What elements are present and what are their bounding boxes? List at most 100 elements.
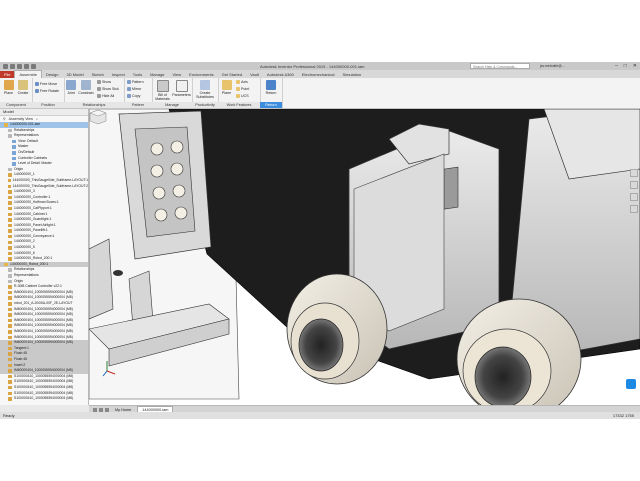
tab-3d-model[interactable]: 3D Model — [62, 71, 87, 78]
part-icon — [8, 235, 12, 239]
undo-icon[interactable] — [24, 64, 29, 69]
part-icon — [8, 308, 12, 312]
status-counts: 17332 1755 — [613, 412, 634, 419]
part-icon — [8, 380, 12, 384]
tab-sketch[interactable]: Sketch — [88, 71, 108, 78]
tab-autodesk-a360[interactable]: Autodesk A360 — [263, 71, 298, 78]
create-button[interactable]: Create — [16, 80, 30, 95]
part-icon — [8, 375, 12, 379]
joint-button[interactable]: Joint — [65, 80, 77, 95]
open-icon[interactable] — [10, 64, 15, 69]
rectangular-connector-small[interactable] — [119, 111, 211, 259]
tab-inspect[interactable]: Inspect — [108, 71, 129, 78]
part-icon — [8, 190, 12, 194]
close-button[interactable]: ✕ — [633, 63, 637, 69]
help-search-input[interactable]: Search Help & Commands... — [470, 63, 530, 69]
free-rotate-button[interactable]: Free Rotate — [35, 89, 59, 93]
parameters-button[interactable]: Parameters — [172, 80, 191, 97]
save-icon[interactable] — [17, 64, 22, 69]
hide-all-button[interactable]: Hide All — [97, 94, 114, 98]
part-icon — [8, 324, 12, 328]
graphics-viewport[interactable] — [89, 109, 640, 405]
user-account[interactable]: jsv.metcalfe@... — [540, 64, 565, 68]
minimize-button[interactable]: – — [615, 63, 618, 69]
tab-vault[interactable]: Vault — [246, 71, 263, 78]
show-sick-button[interactable]: Show Sick — [97, 87, 119, 91]
cable-gland[interactable] — [287, 274, 387, 384]
viewcube[interactable] — [89, 109, 107, 125]
show-icon — [97, 80, 101, 84]
tab-environments[interactable]: Environments — [185, 71, 217, 78]
asm-icon — [4, 123, 8, 127]
place-button[interactable]: Place — [2, 80, 15, 95]
free-move-button[interactable]: Free Move — [35, 82, 57, 86]
substitute-icon — [200, 80, 210, 90]
ucs-button[interactable]: UCS — [236, 94, 249, 98]
create-substitutes-button[interactable]: Create Substitutes — [194, 80, 216, 99]
part-icon — [8, 369, 12, 373]
return-button[interactable]: Return — [263, 80, 279, 95]
status-text: Ready — [3, 412, 15, 419]
tab-prev-icon[interactable] — [93, 408, 97, 412]
hide-all-icon — [97, 94, 101, 98]
mirror-button[interactable]: Mirror — [127, 87, 141, 91]
maximize-button[interactable]: □ — [624, 63, 627, 69]
rep-icon — [12, 157, 16, 161]
plane-button[interactable]: Plane — [220, 80, 233, 95]
autodesk-badge-icon[interactable] — [626, 379, 636, 389]
constrain-icon — [81, 80, 91, 90]
search-icon[interactable]: ⌕ — [36, 117, 38, 121]
tab-file[interactable]: File — [0, 71, 14, 78]
quick-access-toolbar[interactable] — [3, 64, 36, 69]
redo-icon[interactable] — [31, 64, 36, 69]
ribbon-group-position: Free Move Free Rotate Position — [32, 78, 65, 108]
part-icon — [8, 319, 12, 323]
part-icon — [8, 201, 12, 205]
inventor-window: Autodesk Inventor Professional 2019 - 14… — [0, 62, 640, 419]
model-view[interactable] — [89, 109, 640, 405]
group-label: Component — [0, 102, 32, 108]
mount-hole — [113, 270, 123, 276]
new-icon[interactable] — [3, 64, 8, 69]
tab-next-icon[interactable] — [99, 408, 103, 412]
constrain-button[interactable]: Constrain — [77, 80, 95, 95]
bill-of-materials-icon — [157, 80, 169, 92]
ribbon-group-work-features: Plane Axis Point UCS Work Features — [218, 78, 261, 108]
rep-icon — [12, 140, 16, 144]
browser-tree[interactable]: 144000000-001.iamRelationshipsRepresenta… — [0, 122, 88, 402]
part-icon — [8, 179, 11, 183]
fx-icon — [176, 80, 188, 92]
tab-get-started[interactable]: Get Started — [218, 71, 246, 78]
group-label: Work Features — [218, 102, 260, 108]
bom-button[interactable]: Bill of Materials — [154, 80, 171, 101]
tab-list-icon[interactable] — [105, 408, 109, 412]
tab-design[interactable]: Design — [42, 71, 62, 78]
copy-button[interactable]: Copy — [127, 94, 140, 98]
frame-leg[interactable] — [89, 239, 113, 319]
window-title: Autodesk Inventor Professional 2019 - 14… — [260, 64, 365, 69]
status-bar: Ready 17332 1755 — [0, 412, 640, 419]
navigation-bar — [630, 169, 638, 213]
filter-icon[interactable]: ⚲ — [3, 117, 6, 121]
browser-title: Model — [0, 109, 88, 116]
show-button[interactable]: Show — [97, 80, 111, 84]
look-at-icon[interactable] — [630, 205, 638, 213]
tab-manage[interactable]: Manage — [146, 71, 168, 78]
tab-view[interactable]: View — [169, 71, 186, 78]
rep-icon — [12, 151, 16, 155]
orbit-icon[interactable] — [630, 169, 638, 177]
pattern-button[interactable]: Pattern — [127, 80, 144, 84]
tab-electromechanical[interactable]: Electromechanical — [298, 71, 339, 78]
part-icon — [8, 291, 12, 295]
tab-simulation[interactable]: Simulation — [339, 71, 366, 78]
part-icon — [8, 386, 12, 390]
zoom-icon[interactable] — [630, 193, 638, 201]
tab-tools[interactable]: Tools — [129, 71, 146, 78]
group-label: Productivity — [192, 102, 218, 108]
tab-assemble[interactable]: Assemble — [14, 70, 42, 78]
assembly-view-dropdown[interactable]: Assembly View — [9, 117, 33, 121]
axis-button[interactable]: Axis — [236, 80, 248, 84]
point-button[interactable]: Point — [236, 87, 249, 91]
pan-icon[interactable] — [630, 181, 638, 189]
ribbon-group-relationships: Joint Constrain Show Show Sick Hide All … — [64, 78, 125, 108]
